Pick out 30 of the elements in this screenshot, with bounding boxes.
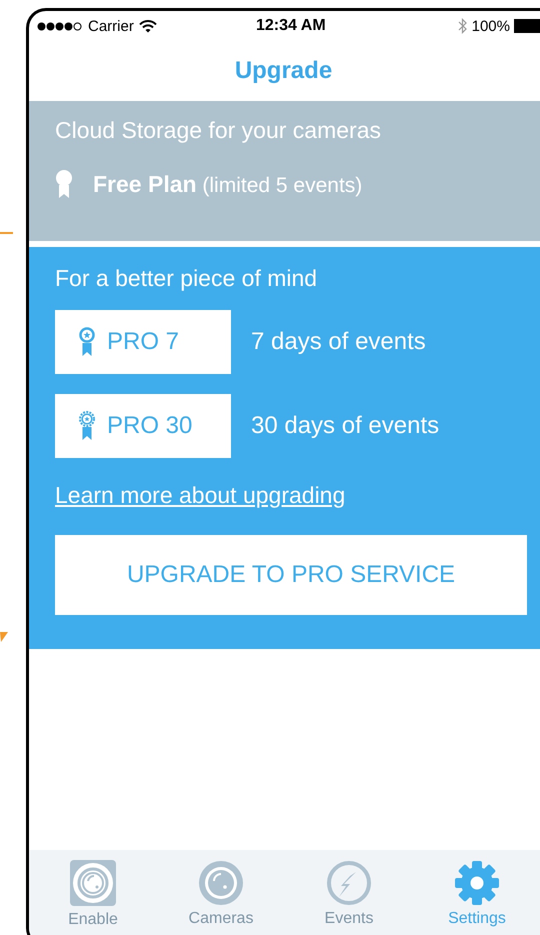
battery-percent: 100% (472, 18, 510, 34)
plan-button[interactable]: PRO 7 (55, 310, 231, 374)
plan-text: Free Plan (limited 5 events) (93, 170, 362, 198)
bluetooth-icon (458, 18, 468, 34)
learn-more-link[interactable]: Learn more about upgrading (55, 482, 346, 509)
ribbon-icon (55, 170, 73, 198)
tab-item[interactable]: Settings (413, 850, 540, 935)
battery-icon (514, 19, 540, 33)
panel-heading: For a better piece of mind (55, 265, 318, 292)
leader-line (0, 232, 13, 234)
plan-button[interactable]: PRO 30 (55, 394, 231, 458)
upgrade-button[interactable]: UPGRADE TO PRO SERVICE (55, 535, 527, 615)
plan-description: 30 days of events (251, 412, 440, 440)
tab-item[interactable]: Enable (29, 850, 157, 935)
panel-heading: Cloud Storage for your cameras (55, 117, 382, 144)
lightning-icon (326, 860, 372, 906)
tab-item[interactable]: Cameras (157, 850, 285, 935)
carrier-name: Carrier (88, 18, 134, 34)
wifi-icon (138, 20, 157, 32)
ribbon-icon (79, 327, 95, 357)
status-time: 12:34 AM (256, 17, 326, 35)
screen-title: Upgrade (234, 57, 332, 85)
camera-lens-icon (198, 860, 244, 906)
signal-icon (37, 22, 83, 30)
arrowhead-icon (0, 632, 8, 642)
tab-item[interactable]: Events (285, 850, 413, 935)
plan-description: 7 days of events (251, 328, 426, 356)
rosette-icon (79, 411, 95, 441)
settings-icon (454, 860, 500, 906)
camera-lens-icon (69, 858, 117, 906)
